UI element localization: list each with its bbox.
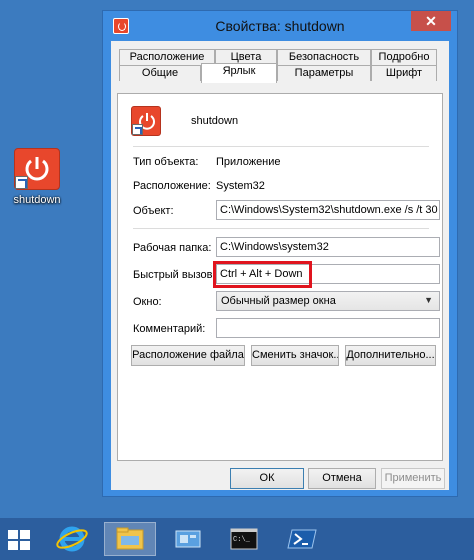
- shortcut-overlay-icon: [15, 176, 28, 189]
- desktop-shortcut-shutdown[interactable]: shutdown: [6, 148, 68, 206]
- internet-explorer-icon: [56, 526, 88, 552]
- shutdown-app-icon: [14, 148, 60, 190]
- start-in-label: Рабочая папка:: [133, 242, 212, 254]
- hotkey-highlight-box: [213, 261, 312, 288]
- target-label: Объект:: [133, 205, 174, 217]
- start-in-field[interactable]: C:\Windows\system32: [216, 237, 440, 257]
- powershell-icon: [287, 529, 317, 549]
- ok-button[interactable]: ОК: [230, 468, 304, 489]
- open-file-location-button[interactable]: Расположение файла: [131, 345, 245, 366]
- shortcut-name: shutdown: [191, 115, 239, 127]
- dialog-client-area: Расположение Цвета Безопасность Подробно…: [111, 41, 449, 490]
- object-type-label: Тип объекта:: [133, 156, 199, 168]
- start-button[interactable]: [0, 522, 52, 556]
- control-panel-icon: [175, 530, 201, 548]
- run-select[interactable]: Обычный размер окна ▼: [216, 291, 440, 311]
- separator: [133, 228, 429, 229]
- taskbar-item-internet-explorer[interactable]: [46, 522, 98, 556]
- window-title: Свойства: shutdown: [215, 18, 345, 34]
- tab-general[interactable]: Общие: [119, 65, 201, 81]
- tab-details[interactable]: Подробно: [371, 49, 437, 65]
- tab-font[interactable]: Шрифт: [371, 65, 437, 81]
- shortcut-tab-panel: shutdown Тип объекта: Приложение Располо…: [117, 93, 443, 461]
- command-prompt-icon: C:\_: [230, 528, 258, 550]
- tab-security[interactable]: Безопасность: [277, 49, 371, 65]
- target-field[interactable]: C:\Windows\System32\shutdown.exe /s /t 3…: [216, 200, 440, 220]
- tab-shortcut[interactable]: Ярлык: [201, 63, 277, 83]
- desktop-shortcut-label: shutdown: [13, 194, 61, 206]
- taskbar: C:\_: [0, 518, 474, 560]
- title-bar[interactable]: Свойства: shutdown ✕: [103, 11, 457, 41]
- location-label: Расположение:: [133, 180, 211, 192]
- taskbar-item-control-panel[interactable]: [162, 522, 214, 556]
- close-button[interactable]: ✕: [411, 11, 451, 31]
- shortcut-overlay-icon: [132, 124, 143, 135]
- svg-text:C:\_: C:\_: [233, 536, 251, 544]
- taskbar-item-file-explorer[interactable]: [104, 522, 156, 556]
- shutdown-icon: [131, 106, 161, 136]
- location-value: System32: [216, 180, 265, 192]
- comment-field[interactable]: [216, 318, 440, 338]
- file-explorer-icon: [116, 527, 144, 550]
- run-select-value: Обычный размер окна: [221, 295, 336, 307]
- apply-button[interactable]: Применить: [381, 468, 445, 489]
- cancel-button[interactable]: Отмена: [308, 468, 376, 489]
- taskbar-item-command-prompt[interactable]: C:\_: [218, 522, 270, 556]
- run-label: Окно:: [133, 296, 162, 308]
- advanced-button[interactable]: Дополнительно...: [345, 345, 436, 366]
- separator: [133, 146, 429, 147]
- start-icon: [8, 530, 32, 552]
- properties-window: Свойства: shutdown ✕ Расположение Цвета …: [102, 10, 458, 497]
- hotkey-label: Быстрый вызов:: [133, 269, 216, 281]
- chevron-down-icon: ▼: [424, 295, 433, 305]
- object-type-value: Приложение: [216, 156, 281, 168]
- tab-options[interactable]: Параметры: [277, 65, 371, 81]
- change-icon-button[interactable]: Сменить значок...: [251, 345, 339, 366]
- comment-label: Комментарий:: [133, 323, 206, 335]
- taskbar-item-powershell[interactable]: [276, 522, 328, 556]
